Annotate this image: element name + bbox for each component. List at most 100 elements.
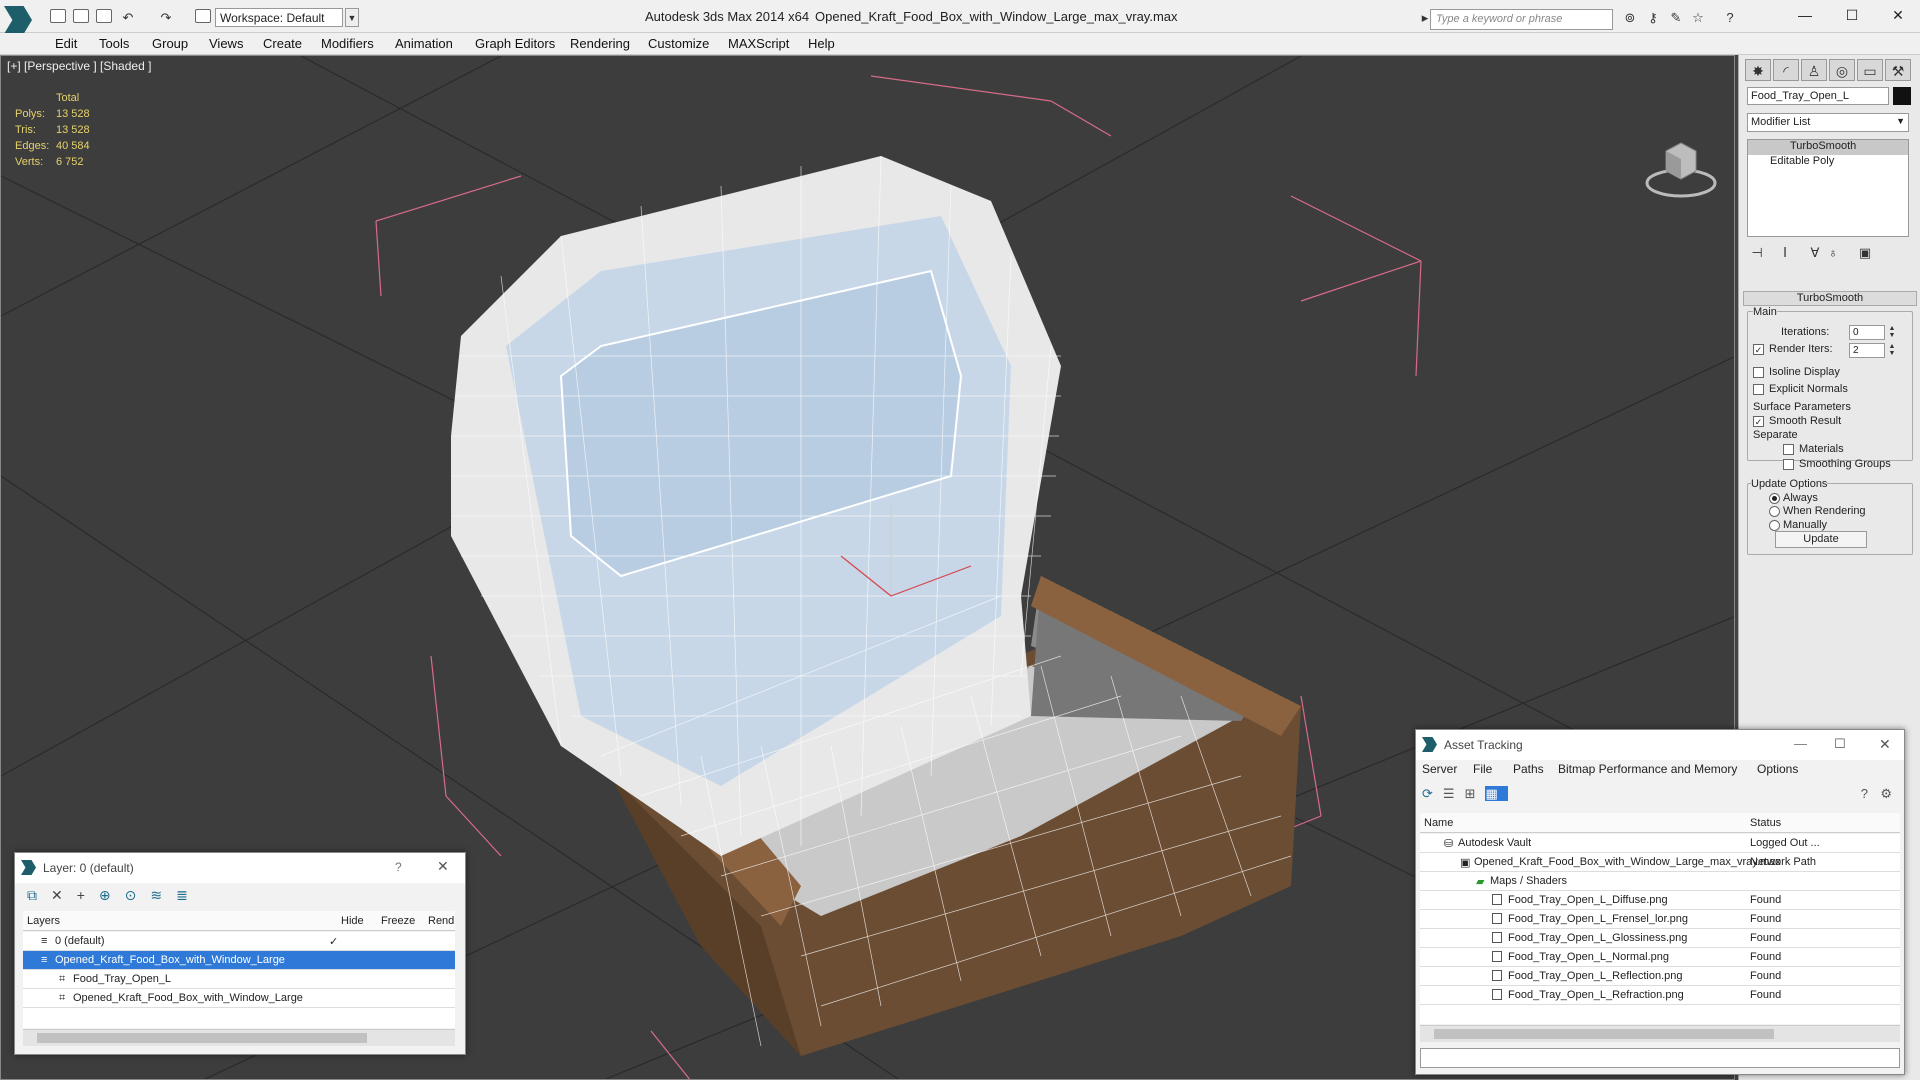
add-to-layer-icon[interactable]: + (77, 887, 99, 903)
close-icon[interactable]: ✕ (437, 858, 449, 875)
asset-row[interactable]: Food_Tray_Open_L_Reflection.png Found (1420, 967, 1900, 986)
spinner-arrows-icon[interactable]: ▲ ▼ (1887, 343, 1897, 358)
maximize-icon[interactable]: ☐ (1834, 736, 1846, 752)
refresh-icon[interactable]: ⟳ (1422, 786, 1443, 801)
asset-row[interactable]: Food_Tray_Open_L_Normal.png Found (1420, 948, 1900, 967)
iterations-spinner[interactable]: 0 (1849, 325, 1885, 340)
menu-views[interactable]: Views (209, 36, 243, 51)
minimize-icon[interactable]: — (1785, 4, 1825, 26)
asset-row[interactable]: ⛁ Autodesk Vault Logged Out ... (1420, 834, 1900, 853)
project-folder-icon[interactable] (195, 9, 211, 23)
menu-customize[interactable]: Customize (648, 36, 709, 51)
scrollbar-thumb[interactable] (37, 1033, 367, 1043)
help-icon[interactable]: ? (1861, 786, 1868, 801)
layer-row[interactable]: ≡ 0 (default) ✓ (23, 932, 455, 951)
object-color-swatch[interactable] (1893, 87, 1911, 105)
communication-icon[interactable]: ✎ (1668, 10, 1684, 26)
menu-edit[interactable]: Edit (55, 36, 77, 51)
pin-stack-icon[interactable]: ⊣ (1749, 245, 1765, 261)
menu-options[interactable]: Options (1757, 762, 1798, 776)
col-rend[interactable]: Rend (428, 915, 454, 927)
undo-icon[interactable]: ↶ (120, 10, 136, 26)
object-name-field[interactable]: Food_Tray_Open_L (1747, 87, 1889, 105)
maximize-icon[interactable]: ☐ (1832, 4, 1872, 26)
menu-help[interactable]: Help (808, 36, 835, 51)
render-iters-checkbox[interactable]: ✓ (1753, 344, 1764, 355)
highlight-layer-icon[interactable]: ⊙ (125, 887, 151, 903)
col-freeze[interactable]: Freeze (381, 915, 415, 927)
asset-row[interactable]: Food_Tray_Open_L_Refraction.png Found (1420, 986, 1900, 1005)
layer-panel-titlebar[interactable]: Layer: 0 (default) ? ✕ (15, 853, 465, 883)
smooth-result-checkbox[interactable]: ✓ (1753, 416, 1764, 427)
redo-icon[interactable]: ↷ (158, 10, 174, 26)
explicit-normals-checkbox[interactable] (1753, 384, 1764, 395)
new-layer-icon[interactable]: ⧉ (27, 887, 51, 903)
show-end-result-icon[interactable]: Ⅰ (1777, 245, 1793, 261)
isoline-display-checkbox[interactable] (1753, 367, 1764, 378)
modify-tab-icon[interactable]: ◜ (1773, 59, 1799, 81)
minimize-icon[interactable]: — (1794, 736, 1807, 751)
modifier-list-dropdown[interactable]: Modifier List ▼ (1747, 113, 1909, 132)
menu-group[interactable]: Group (152, 36, 188, 51)
always-radio[interactable] (1769, 493, 1780, 504)
search-input[interactable]: Type a keyword or phrase (1430, 9, 1613, 30)
select-in-layer-icon[interactable]: ⊕ (99, 887, 125, 903)
remove-modifier-icon[interactable]: ♁ (1825, 245, 1841, 261)
turbosmooth-rollout-header[interactable]: TurboSmooth (1743, 291, 1917, 306)
col-status[interactable]: Status (1750, 817, 1781, 829)
scrollbar-thumb[interactable] (1434, 1029, 1774, 1039)
manually-radio[interactable] (1769, 520, 1780, 531)
menu-file[interactable]: File (1473, 762, 1492, 776)
hierarchy-tab-icon[interactable]: ♙ (1801, 59, 1827, 81)
delete-layer-icon[interactable]: ✕ (51, 887, 77, 903)
smoothing-groups-checkbox[interactable] (1783, 459, 1794, 470)
layer-scrollbar[interactable] (23, 1029, 455, 1046)
hide-all-icon[interactable]: ≋ (150, 887, 176, 903)
freeze-all-icon[interactable]: ≣ (176, 887, 202, 903)
layer-row[interactable]: ⌗ Opened_Kraft_Food_Box_with_Window_Large (23, 989, 455, 1008)
star-icon[interactable]: ☆ (1690, 10, 1706, 26)
chevron-down-icon[interactable]: ▼ (345, 8, 359, 27)
col-hide[interactable]: Hide (341, 915, 364, 927)
update-button[interactable]: Update (1775, 531, 1867, 548)
materials-checkbox[interactable] (1783, 444, 1794, 455)
help-icon[interactable]: ? (395, 860, 402, 874)
binoculars-icon[interactable]: ⊚ (1622, 10, 1638, 26)
close-icon[interactable]: ✕ (1878, 4, 1918, 26)
stack-item-turbosmooth[interactable]: TurboSmooth (1748, 140, 1908, 155)
menu-create[interactable]: Create (263, 36, 302, 51)
save-file-icon[interactable] (96, 9, 112, 23)
help-icon[interactable]: ? (1722, 10, 1738, 26)
make-unique-icon[interactable]: ∀ (1807, 245, 1823, 261)
asset-row[interactable]: Food_Tray_Open_L_Diffuse.png Found (1420, 891, 1900, 910)
when-rendering-radio[interactable] (1769, 506, 1780, 517)
utilities-tab-icon[interactable]: ⚒ (1885, 59, 1911, 81)
render-iters-spinner[interactable]: 2 (1849, 343, 1885, 358)
menu-maxscript[interactable]: MAXScript (728, 36, 789, 51)
workspace-dropdown[interactable]: Workspace: Default (215, 8, 343, 27)
stack-item-editable-poly[interactable]: Editable Poly (1748, 155, 1908, 170)
menu-tools[interactable]: Tools (99, 36, 129, 51)
motion-tab-icon[interactable]: ◎ (1829, 59, 1855, 81)
open-file-icon[interactable] (73, 9, 89, 23)
asset-row[interactable]: ▰ Maps / Shaders (1420, 872, 1900, 891)
display-tab-icon[interactable]: ▭ (1857, 59, 1883, 81)
spinner-arrows-icon[interactable]: ▲ ▼ (1887, 325, 1897, 340)
app-logo-icon[interactable] (4, 6, 32, 34)
menu-graph-editors[interactable]: Graph Editors (475, 36, 555, 51)
table-view-icon[interactable]: ▦ (1485, 786, 1508, 801)
close-icon[interactable]: ✕ (1879, 736, 1891, 753)
settings-icon[interactable]: ⚙ (1880, 786, 1892, 802)
menu-modifiers[interactable]: Modifiers (321, 36, 374, 51)
tree-view-icon[interactable]: ⊞ (1465, 786, 1486, 801)
new-file-icon[interactable] (50, 9, 66, 23)
key-icon[interactable]: ⚷ (1645, 10, 1661, 26)
asset-path-field[interactable] (1420, 1048, 1900, 1068)
menu-bitmap-performance[interactable]: Bitmap Performance and Memory (1558, 762, 1737, 776)
col-layers[interactable]: Layers (27, 915, 60, 927)
layer-row[interactable]: ⌗ Food_Tray_Open_L (23, 970, 455, 989)
layer-row-selected[interactable]: ≡ Opened_Kraft_Food_Box_with_Window_Large (23, 951, 455, 970)
modifier-stack[interactable]: TurboSmooth Editable Poly (1747, 139, 1909, 237)
asset-row[interactable]: Food_Tray_Open_L_Glossiness.png Found (1420, 929, 1900, 948)
viewport-label[interactable]: [+] [Perspective ] [Shaded ] (7, 59, 151, 73)
